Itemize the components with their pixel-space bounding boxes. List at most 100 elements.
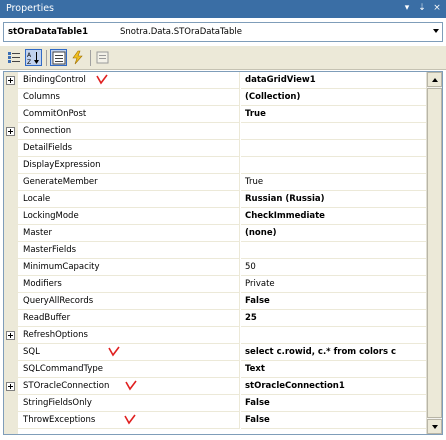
- alphabetical-button[interactable]: A Z: [25, 49, 42, 66]
- object-type: Snotra.Data.STOraDataTable: [120, 27, 242, 37]
- property-name[interactable]: SQL: [18, 344, 240, 361]
- property-name[interactable]: QueryAllRecords: [18, 293, 240, 310]
- property-row[interactable]: SQL select c.rowid, c.* from colors c: [4, 344, 428, 361]
- property-row[interactable]: DetailFields: [4, 140, 428, 157]
- property-value[interactable]: [241, 140, 428, 157]
- expand-plus-icon[interactable]: [6, 76, 15, 85]
- property-row[interactable]: Master (none): [4, 225, 428, 242]
- expand-plus-icon[interactable]: [6, 382, 15, 391]
- property-row[interactable]: LockingMode CheckImmediate: [4, 208, 428, 225]
- property-row[interactable]: Connection: [4, 123, 428, 140]
- property-row[interactable]: Locale Russian (Russia): [4, 191, 428, 208]
- property-value[interactable]: True: [241, 106, 428, 123]
- property-value[interactable]: [241, 157, 428, 174]
- svg-text:Z: Z: [27, 59, 31, 65]
- close-icon[interactable]: ×: [430, 2, 444, 15]
- property-value[interactable]: CheckImmediate: [241, 208, 428, 225]
- events-button[interactable]: [69, 49, 86, 66]
- property-row[interactable]: RefreshOptions: [4, 327, 428, 344]
- property-row[interactable]: BindingControl dataGridView1: [4, 72, 428, 89]
- property-value[interactable]: Private: [241, 276, 428, 293]
- property-row[interactable]: SQLCommandType Text: [4, 361, 428, 378]
- chevron-down-icon[interactable]: [433, 29, 439, 33]
- expand-plus-icon[interactable]: [6, 127, 15, 136]
- svg-text:A: A: [27, 52, 32, 59]
- property-name[interactable]: StringFieldsOnly: [18, 395, 240, 412]
- property-value[interactable]: [241, 242, 428, 259]
- property-row[interactable]: MasterFields: [4, 242, 428, 259]
- property-value[interactable]: dataGridView1: [241, 72, 428, 89]
- toolbar-separator: [46, 50, 47, 66]
- window-title: Properties: [6, 3, 55, 14]
- property-name[interactable]: ReadBuffer: [18, 310, 240, 327]
- events-icon: [72, 50, 83, 65]
- property-value[interactable]: True: [241, 174, 428, 191]
- property-name[interactable]: RefreshOptions: [18, 327, 240, 344]
- property-value[interactable]: select c.rowid, c.* from colors c: [241, 344, 428, 361]
- property-name[interactable]: Locale: [18, 191, 240, 208]
- property-row[interactable]: ReadBuffer 25: [4, 310, 428, 327]
- title-bar: Properties ▾ ⇣ ×: [0, 0, 446, 18]
- red-check-icon: [125, 380, 137, 391]
- toolbar-separator: [90, 50, 91, 66]
- property-grid[interactable]: BindingControl dataGridView1 Columns (Colle…: [3, 71, 443, 435]
- red-check-icon: [96, 74, 108, 85]
- property-value[interactable]: [241, 123, 428, 140]
- property-name[interactable]: MinimumCapacity: [18, 259, 240, 276]
- property-name[interactable]: DisplayExpression: [18, 157, 240, 174]
- property-value[interactable]: (none): [241, 225, 428, 242]
- alphabetical-icon: A Z: [27, 52, 39, 65]
- arrow-up-icon: [432, 78, 438, 82]
- window-position-icon[interactable]: ▾: [400, 2, 414, 15]
- property-name[interactable]: MasterFields: [18, 242, 240, 259]
- scroll-up-button[interactable]: [427, 72, 442, 87]
- property-value[interactable]: [241, 327, 428, 344]
- scrollbar-thumb[interactable]: [427, 88, 442, 418]
- property-row[interactable]: QueryAllRecords False: [4, 293, 428, 310]
- property-row[interactable]: Modifiers Private: [4, 276, 428, 293]
- property-name[interactable]: BindingControl: [18, 72, 240, 89]
- property-value[interactable]: 25: [241, 310, 428, 327]
- auto-hide-icon[interactable]: ⇣: [415, 2, 429, 15]
- property-name[interactable]: Columns: [18, 89, 240, 106]
- property-name[interactable]: SQLCommandType: [18, 361, 240, 378]
- property-value[interactable]: False: [241, 395, 428, 412]
- property-value[interactable]: 50: [241, 259, 428, 276]
- property-name[interactable]: Connection: [18, 123, 240, 140]
- property-name[interactable]: Modifiers: [18, 276, 240, 293]
- property-value[interactable]: stOracleConnection1: [241, 378, 428, 395]
- object-name: stOraDataTable1: [8, 27, 88, 37]
- property-toolbar: A Z: [0, 46, 446, 70]
- property-name[interactable]: LockingMode: [18, 208, 240, 225]
- property-row[interactable]: Columns (Collection): [4, 89, 428, 106]
- property-name[interactable]: DetailFields: [18, 140, 240, 157]
- red-check-icon: [108, 346, 120, 357]
- vertical-scrollbar[interactable]: [426, 72, 442, 434]
- property-value[interactable]: Text: [241, 361, 428, 378]
- property-row[interactable]: MinimumCapacity 50: [4, 259, 428, 276]
- scroll-down-button[interactable]: [427, 419, 442, 434]
- categorized-button[interactable]: [6, 49, 23, 66]
- property-pages-icon: [96, 51, 109, 64]
- red-check-icon: [124, 414, 136, 425]
- expand-plus-icon[interactable]: [6, 331, 15, 340]
- property-name[interactable]: Master: [18, 225, 240, 242]
- property-pages-button[interactable]: [94, 49, 111, 66]
- property-row[interactable]: DisplayExpression: [4, 157, 428, 174]
- property-name[interactable]: CommitOnPost: [18, 106, 240, 123]
- properties-icon: [52, 51, 66, 65]
- property-row[interactable]: STOracleConnection stOracleConnection1: [4, 378, 428, 395]
- properties-button[interactable]: [50, 49, 67, 66]
- property-row[interactable]: StringFieldsOnly False: [4, 395, 428, 412]
- property-value[interactable]: Russian (Russia): [241, 191, 428, 208]
- property-row[interactable]: GenerateMember True: [4, 174, 428, 191]
- property-value[interactable]: False: [241, 293, 428, 310]
- property-value[interactable]: False: [241, 412, 428, 429]
- object-selector[interactable]: stOraDataTable1 Snotra.Data.STOraDataTab…: [3, 22, 443, 42]
- property-row[interactable]: CommitOnPost True: [4, 106, 428, 123]
- property-name[interactable]: GenerateMember: [18, 174, 240, 191]
- arrow-down-icon: [432, 425, 438, 429]
- property-value[interactable]: (Collection): [241, 89, 428, 106]
- property-row[interactable]: ThrowExceptions False: [4, 412, 428, 429]
- categorized-icon: [8, 52, 20, 63]
